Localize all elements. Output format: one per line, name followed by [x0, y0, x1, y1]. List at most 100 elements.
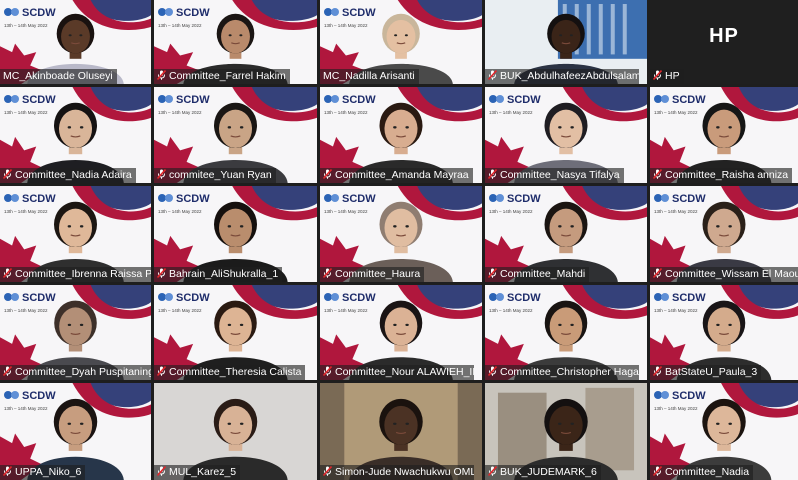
participant-tile[interactable]: SCDW 13th – 14th May 2022 Committee_Christ…: [485, 285, 647, 380]
participant-name-bar: Committee_Nasya Tifalya: [485, 168, 624, 183]
svg-text:13th – 14th May 2022: 13th – 14th May 2022: [489, 308, 533, 313]
participant-name: MC_Akinboade Oluseyi: [3, 70, 113, 82]
participant-name: BUK_AbdulhafeezAbdulsalam_6: [500, 70, 639, 82]
svg-text:13th – 14th May 2022: 13th – 14th May 2022: [158, 308, 202, 313]
participant-tile[interactable]: SCDW 13th – 14th May 2022 Committee_Wissam…: [650, 186, 798, 282]
participant-name-bar: Committee_Dyah Puspitaningr...: [0, 365, 151, 380]
participant-name-bar: Committee_Nadia Adaira: [0, 168, 136, 183]
participant-name: Committee_Farrel Hakim: [169, 70, 286, 82]
participant-tile[interactable]: SCDW 13th – 14th May 2022 commitee_Yuan Ry…: [154, 87, 317, 183]
mic-muted-icon: [653, 268, 662, 278]
mic-muted-icon: [653, 70, 662, 80]
participant-tile[interactable]: SCDW 13th – 14th May 2022 Committee_Farrel…: [154, 0, 317, 84]
participant-name: Committee_Dyah Puspitaningr...: [15, 366, 151, 378]
svg-text:SCDW: SCDW: [22, 7, 56, 19]
svg-text:SCDW: SCDW: [22, 292, 56, 304]
svg-text:SCDW: SCDW: [22, 390, 56, 402]
svg-text:SCDW: SCDW: [342, 7, 376, 19]
svg-text:SCDW: SCDW: [342, 193, 376, 205]
svg-text:13th – 14th May 2022: 13th – 14th May 2022: [654, 308, 698, 313]
participant-name-bar: Committee_Nadia: [650, 465, 754, 480]
participant-name-bar: Bahrain_AliShukralla_1: [154, 267, 283, 282]
svg-text:SCDW: SCDW: [176, 193, 210, 205]
mic-muted-icon: [653, 366, 662, 376]
mic-muted-icon: [488, 268, 497, 278]
svg-text:13th – 14th May 2022: 13th – 14th May 2022: [489, 209, 533, 214]
mic-muted-icon: [157, 366, 166, 376]
svg-text:13th – 14th May 2022: 13th – 14th May 2022: [324, 209, 368, 214]
participant-name: Committee_Theresia Calista: [169, 366, 302, 378]
participant-name: BUK_JUDEMARK_6: [500, 466, 597, 478]
svg-text:13th – 14th May 2022: 13th – 14th May 2022: [4, 308, 48, 313]
participant-tile[interactable]: SCDW 13th – 14th May 2022 MC_Akinboade Olu…: [0, 0, 151, 84]
mic-muted-icon: [157, 169, 166, 179]
participant-tile[interactable]: Simon-Jude Nwachukwu OML...: [320, 383, 482, 480]
participant-name-bar: BUK_AbdulhafeezAbdulsalam_6: [485, 69, 639, 84]
participant-name-bar: UPPA_Niko_6: [0, 465, 86, 480]
mic-muted-icon: [3, 466, 12, 476]
participant-name: BatStateU_Paula_3: [665, 366, 758, 378]
svg-text:SCDW: SCDW: [672, 193, 706, 205]
participant-tile[interactable]: SCDW 13th – 14th May 2022 Committee_Nadia …: [0, 87, 151, 183]
participant-tile[interactable]: SCDW 13th – 14th May 2022 Committee_Raisha…: [650, 87, 798, 183]
svg-text:13th – 14th May 2022: 13th – 14th May 2022: [158, 110, 202, 115]
participant-name: Committee_Nadia: [665, 466, 750, 478]
mic-muted-icon: [157, 70, 166, 80]
participant-name-bar: Committee_Nour ALAWIEH_IFP: [320, 365, 474, 380]
participant-name: UPPA_Niko_6: [15, 466, 82, 478]
participant-tile[interactable]: MUL_Karez_5: [154, 383, 317, 480]
mic-muted-icon: [323, 466, 332, 476]
participant-name: Committee_Wissam El Maouch: [665, 268, 798, 280]
participant-name: Committee_Haura: [335, 268, 421, 280]
mic-muted-icon: [653, 466, 662, 476]
svg-text:SCDW: SCDW: [507, 94, 541, 106]
participant-name-bar: Committee_Christopher Hagan: [485, 365, 639, 380]
participant-tile[interactable]: SCDW 13th – 14th May 2022 MC_Nadilla Arisa…: [320, 0, 482, 84]
participant-name-bar: HP: [650, 69, 684, 84]
mic-muted-icon: [3, 268, 12, 278]
participant-tile[interactable]: SCDW 13th – 14th May 2022 Committee_Ibrenn…: [0, 186, 151, 282]
svg-text:13th – 14th May 2022: 13th – 14th May 2022: [654, 406, 698, 411]
svg-text:13th – 14th May 2022: 13th – 14th May 2022: [4, 406, 48, 411]
participant-tile[interactable]: SCDW 13th – 14th May 2022 Committee_Mahdi: [485, 186, 647, 282]
participant-tile[interactable]: HP HP: [650, 0, 798, 84]
participant-name: commitee_Yuan Ryan: [169, 169, 272, 181]
svg-text:13th – 14th May 2022: 13th – 14th May 2022: [324, 110, 368, 115]
participant-tile[interactable]: SCDW 13th – 14th May 2022 UPPA_Niko_6: [0, 383, 151, 480]
mic-muted-icon: [323, 169, 332, 179]
participant-name: MC_Nadilla Arisanti: [323, 70, 415, 82]
participant-name-bar: Committee_Haura: [320, 267, 425, 282]
participant-tile[interactable]: SCDW 13th – 14th May 2022 Committee_Nour A…: [320, 285, 482, 380]
svg-text:SCDW: SCDW: [342, 94, 376, 106]
participant-tile[interactable]: SCDW 13th – 14th May 2022 Committee_Haura: [320, 186, 482, 282]
svg-text:13th – 14th May 2022: 13th – 14th May 2022: [324, 308, 368, 313]
svg-text:13th – 14th May 2022: 13th – 14th May 2022: [654, 110, 698, 115]
mic-muted-icon: [488, 169, 497, 179]
participant-name-bar: BUK_JUDEMARK_6: [485, 465, 601, 480]
participant-tile[interactable]: BUK_JUDEMARK_6: [485, 383, 647, 480]
svg-text:13th – 14th May 2022: 13th – 14th May 2022: [4, 23, 48, 28]
svg-text:SCDW: SCDW: [507, 292, 541, 304]
participant-tile[interactable]: SCDW 13th – 14th May 2022 BatStateU_Paula_…: [650, 285, 798, 380]
participant-tile[interactable]: BUK_AbdulhafeezAbdulsalam_6: [485, 0, 647, 84]
mic-muted-icon: [653, 169, 662, 179]
participant-name: Committee_Amanda Mayraa: [335, 169, 469, 181]
participant-name: HP: [665, 70, 680, 82]
participant-tile[interactable]: SCDW 13th – 14th May 2022 Committee_Amanda…: [320, 87, 482, 183]
participant-name-bar: Committee_Ibrenna Raissa Putri: [0, 267, 151, 282]
mic-muted-icon: [488, 366, 497, 376]
svg-text:SCDW: SCDW: [176, 94, 210, 106]
participant-tile[interactable]: SCDW 13th – 14th May 2022 Committee_Nadia: [650, 383, 798, 480]
participant-tile[interactable]: SCDW 13th – 14th May 2022 Committee_Dyah P…: [0, 285, 151, 380]
svg-text:SCDW: SCDW: [176, 7, 210, 19]
participant-tile[interactable]: SCDW 13th – 14th May 2022 Committee_Theres…: [154, 285, 317, 380]
svg-text:13th – 14th May 2022: 13th – 14th May 2022: [489, 110, 533, 115]
participant-name-bar: Committee_Amanda Mayraa: [320, 168, 473, 183]
participant-name: MUL_Karez_5: [169, 466, 237, 478]
svg-text:SCDW: SCDW: [672, 94, 706, 106]
video-grid: SCDW 13th – 14th May 2022 MC_Akinboade Olu…: [0, 0, 798, 480]
mic-muted-icon: [3, 169, 12, 179]
participant-tile[interactable]: SCDW 13th – 14th May 2022 Bahrain_AliShukr…: [154, 186, 317, 282]
mic-muted-icon: [488, 466, 497, 476]
participant-tile[interactable]: SCDW 13th – 14th May 2022 Committee_Nasya …: [485, 87, 647, 183]
